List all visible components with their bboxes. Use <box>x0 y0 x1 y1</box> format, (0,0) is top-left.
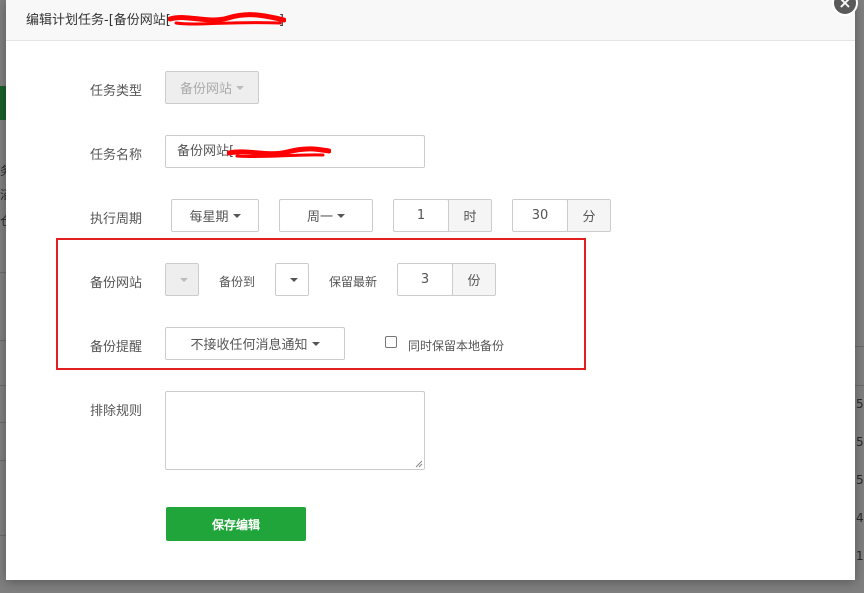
minute-value: 30 <box>531 208 549 223</box>
exclude-rules-textarea[interactable] <box>165 391 425 470</box>
task-type-value: 备份网站 <box>179 82 232 97</box>
hour-input[interactable]: 1 <box>393 199 449 232</box>
weekday-value: 周一 <box>306 210 333 225</box>
period-type-select[interactable]: 每星期 <box>171 199 259 232</box>
weekday-select[interactable]: 周一 <box>279 199 373 232</box>
caret-down-icon <box>180 277 188 282</box>
redaction-scribble <box>168 12 286 26</box>
keep-latest-label: 保留最新 <box>329 275 378 289</box>
keep-unit-addon: 份 <box>452 263 496 296</box>
caret-down-icon <box>290 277 298 282</box>
task-name-value: 备份网站[ <box>177 144 235 159</box>
hour-unit-addon: 时 <box>448 199 492 232</box>
task-name-label: 任务名称 <box>90 148 143 163</box>
caret-down-icon <box>311 341 320 346</box>
task-type-select[interactable]: 备份网站 <box>165 71 259 104</box>
task-type-label: 任务类型 <box>90 84 143 99</box>
local-backup-label: 同时保留本地备份 <box>408 339 505 353</box>
keep-count-input[interactable]: 3 <box>397 263 453 296</box>
backup-target-select[interactable] <box>275 263 309 296</box>
period-label: 执行周期 <box>90 212 143 227</box>
caret-down-icon <box>232 213 241 218</box>
redaction-scribble <box>227 146 331 159</box>
edit-cron-task-dialog: 编辑计划任务-[备份网站[] 任务类型 备份网站 任务名称 备份网站[ 执行周期… <box>6 0 855 580</box>
hour-value: 1 <box>416 208 426 223</box>
minute-unit-addon: 分 <box>567 199 611 232</box>
background-divider <box>855 385 864 386</box>
background-divider <box>855 346 864 347</box>
notify-select[interactable]: 不接收任何消息通知 <box>165 327 345 360</box>
caret-down-icon <box>337 213 345 218</box>
period-type-value: 每星期 <box>189 210 229 225</box>
backup-site-select[interactable] <box>165 263 199 296</box>
dialog-title: 编辑计划任务-[备份网站[ <box>26 13 171 28</box>
save-edit-button[interactable]: 保存编辑 <box>166 507 306 541</box>
minute-input[interactable]: 30 <box>512 199 568 232</box>
backup-site-label: 备份网站 <box>90 276 143 291</box>
caret-down-icon <box>236 85 244 90</box>
notify-value: 不接收任何消息通知 <box>190 338 308 353</box>
local-backup-checkbox[interactable] <box>385 336 397 348</box>
dialog-header: 编辑计划任务-[备份网站[] <box>6 0 855 41</box>
resize-grip-icon[interactable] <box>415 460 423 468</box>
backup-target-label: 备份到 <box>219 275 256 289</box>
exclude-rules-label: 排除规则 <box>90 404 143 419</box>
keep-count-value: 3 <box>420 272 430 287</box>
backup-notify-label: 备份提醒 <box>90 340 143 355</box>
